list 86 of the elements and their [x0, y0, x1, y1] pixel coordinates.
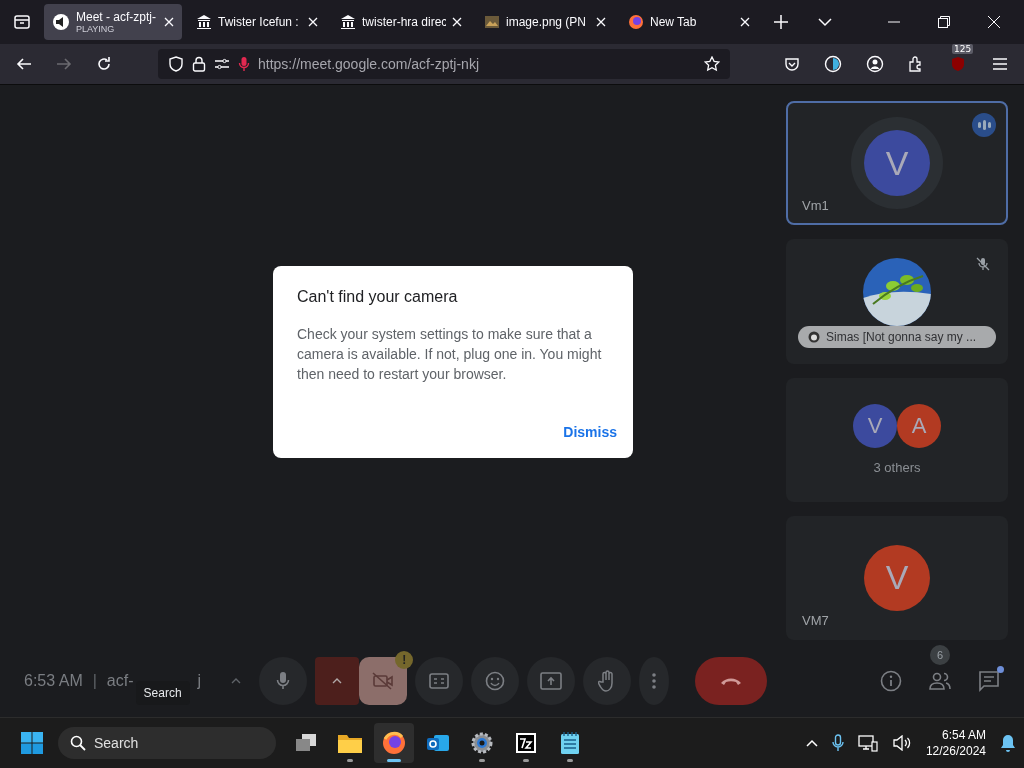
close-icon[interactable] [988, 16, 1000, 28]
url-text: https://meet.google.com/acf-zptj-nkj [258, 56, 479, 72]
building-icon [340, 14, 356, 30]
avatar: V [853, 404, 897, 449]
notification-dot [997, 665, 1004, 673]
close-icon[interactable] [740, 17, 750, 27]
camera-options-button[interactable] [315, 656, 360, 705]
info-icon[interactable] [880, 669, 902, 692]
camera-off-button[interactable] [359, 656, 408, 705]
chevron-down-icon[interactable] [818, 17, 832, 27]
permissions-icon [214, 57, 230, 71]
restore-icon[interactable] [938, 16, 950, 28]
search-field[interactable]: Search [58, 727, 276, 759]
back-icon[interactable] [16, 56, 32, 72]
speaking-indicator-icon [972, 113, 996, 137]
image-icon [484, 14, 500, 30]
microphone-icon [276, 670, 291, 691]
dialog-title: Can't find your camera [297, 287, 459, 306]
tab-status: PLAYING [76, 24, 116, 34]
tab-title: image.png (PN [506, 15, 588, 29]
meeting-code: j [197, 671, 202, 690]
tooltip: Search [135, 680, 190, 705]
dialog-message: Check your system settings to make sure that a camera is available. If not, plug one in. You might then need to restart your browser. [297, 324, 603, 384]
count-badge: 6 [930, 644, 950, 665]
browser-tab[interactable]: New Tab [620, 4, 758, 40]
count-badge: 125 [952, 44, 974, 54]
people-icon[interactable] [928, 670, 952, 691]
chat-icon[interactable] [978, 669, 1000, 692]
bookmark-star-icon[interactable] [704, 56, 720, 72]
meeting-time: 6:53 AM [24, 671, 83, 690]
firefox-icon [628, 14, 644, 30]
microphone-icon[interactable] [831, 734, 844, 752]
extensions-icon[interactable] [908, 56, 924, 72]
browser-tab[interactable]: Meet - acf-zptj- PLAYING [44, 4, 182, 40]
tab-title: Twister Icefun : [218, 15, 300, 29]
warning-badge: ! [395, 650, 414, 669]
avatar: V [864, 130, 930, 197]
network-icon[interactable] [857, 734, 878, 752]
more-options-button[interactable] [639, 656, 670, 705]
dismiss-button[interactable]: Dismiss [563, 421, 617, 442]
browser-tab[interactable]: Twister Icefun : [188, 4, 326, 40]
lock-icon [192, 56, 206, 72]
participant-name: VM7 [802, 613, 829, 628]
camera-off-icon [372, 671, 395, 690]
close-icon[interactable] [308, 17, 318, 27]
forward-icon[interactable] [56, 56, 72, 72]
captions-icon [429, 672, 450, 689]
close-icon[interactable] [452, 17, 462, 27]
speaker-icon [52, 13, 70, 31]
more-icon [652, 672, 657, 689]
tab-title: New Tab [650, 15, 698, 29]
avatar: V [864, 544, 930, 611]
clock-time: 6:54 AM [941, 727, 986, 743]
meeting-code: acf- [106, 671, 134, 690]
present-icon [540, 671, 563, 690]
tray-icon [13, 13, 31, 31]
close-icon[interactable] [596, 17, 606, 27]
reload-icon[interactable] [96, 56, 112, 72]
windows-start-icon[interactable] [20, 731, 44, 755]
caret-icon [332, 676, 343, 685]
address-bar[interactable]: https://meet.google.com/acf-zptj-nkj [158, 49, 730, 79]
separator: | [92, 671, 97, 690]
timer-icon[interactable] [824, 55, 842, 73]
participant-name: Simas [Not gonna say my ... [826, 329, 977, 344]
close-icon[interactable] [164, 17, 174, 27]
smiley-icon [485, 670, 506, 691]
account-icon[interactable] [866, 55, 884, 73]
microphone-icon [238, 56, 250, 72]
bell-icon[interactable] [1000, 734, 1016, 752]
caret-icon[interactable] [231, 676, 242, 685]
menu-icon[interactable] [992, 57, 1008, 71]
building-icon [196, 14, 212, 30]
new-tab-icon[interactable] [774, 15, 788, 29]
firefox-icon[interactable] [374, 723, 414, 763]
chevron-up-icon[interactable] [805, 739, 818, 747]
clock-date: 12/26/2024 [925, 743, 986, 759]
participant-name: Vm1 [802, 198, 829, 214]
others-label: 3 others [873, 460, 921, 476]
browser-tab[interactable]: image.png (PN [476, 4, 614, 40]
shield-icon [168, 56, 184, 72]
pocket-icon[interactable] [784, 56, 800, 72]
search-icon [70, 735, 86, 751]
person-icon [808, 330, 820, 343]
avatar: A [897, 404, 941, 449]
volume-icon[interactable] [891, 735, 912, 751]
tab-title: Meet - acf-zptj- [76, 10, 157, 24]
